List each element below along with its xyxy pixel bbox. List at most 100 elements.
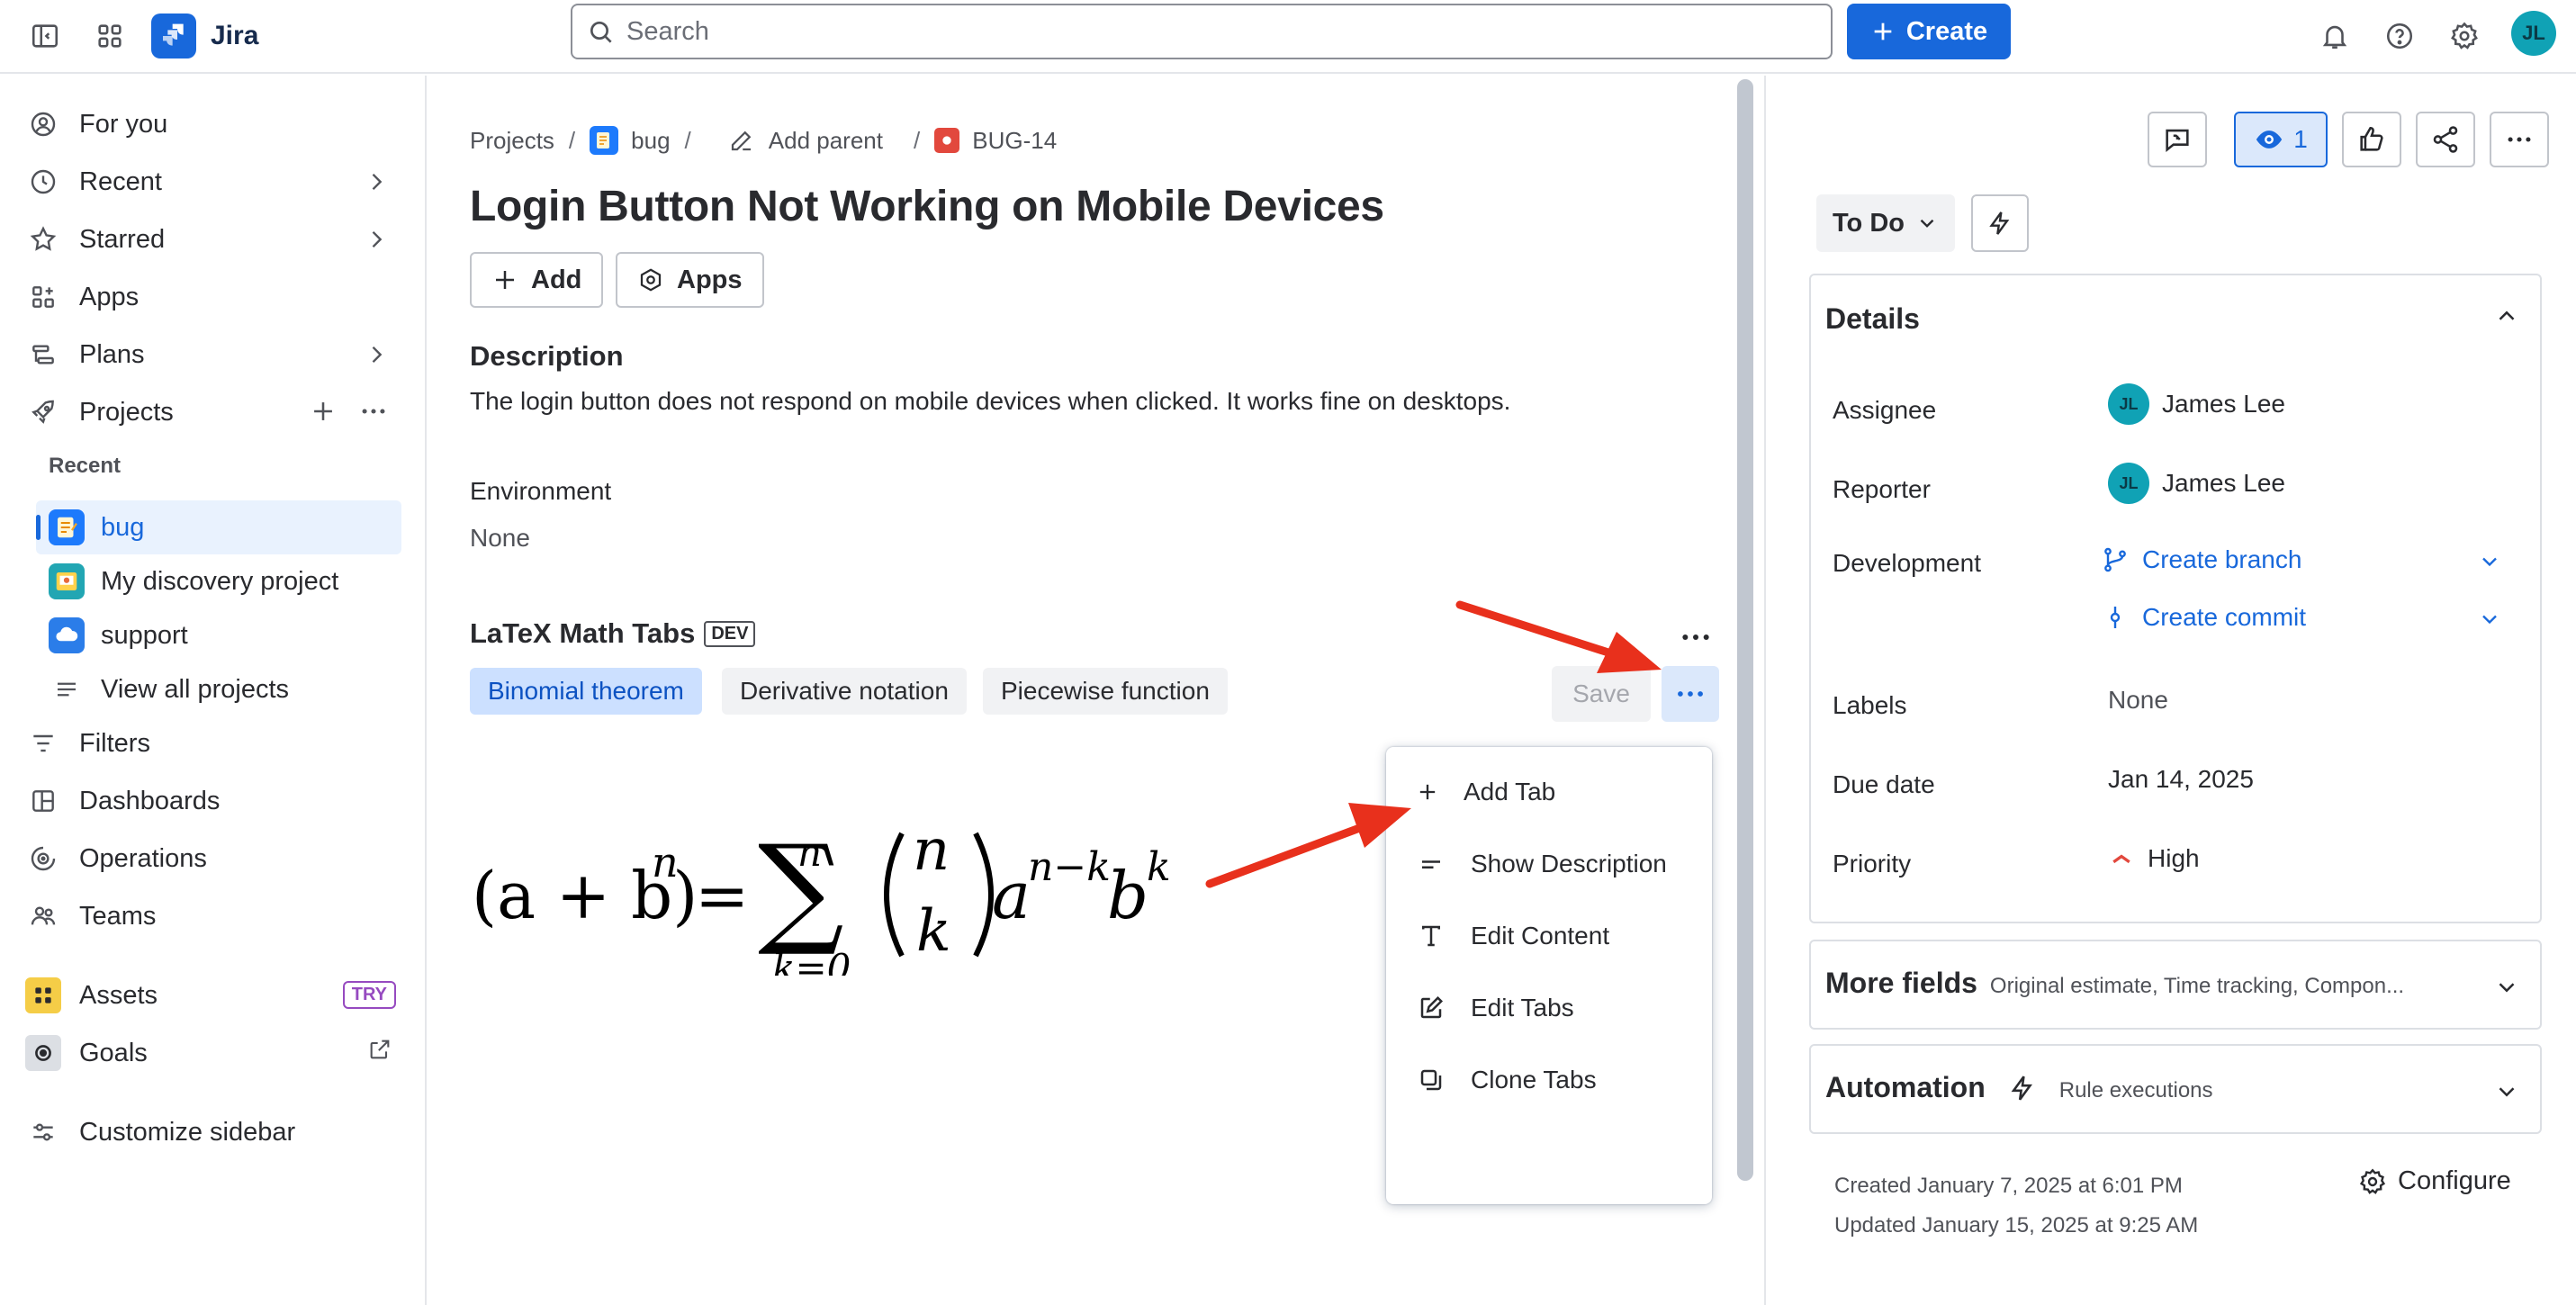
automation-panel[interactable]: Automation Rule executions <box>1809 1044 2542 1134</box>
chevron-down-icon[interactable] <box>2493 1078 2520 1105</box>
sidebar-item-apps[interactable]: Apps <box>20 272 401 322</box>
formula-right-paren <box>973 832 994 958</box>
feedback-button[interactable] <box>2148 112 2207 167</box>
sidebar-item-dashboards[interactable]: Dashboards <box>20 776 401 826</box>
sidebar-item-projects[interactable]: Projects <box>20 387 401 437</box>
watch-button[interactable]: 1 <box>2234 112 2328 167</box>
chevron-up-icon[interactable] <box>2493 302 2520 329</box>
issue-title[interactable]: Login Button Not Working on Mobile Devic… <box>470 182 1384 231</box>
dashboard-icon <box>25 783 61 819</box>
sidebar-item-plans[interactable]: Plans <box>20 329 401 380</box>
copy-icon <box>1413 1062 1449 1098</box>
git-commit-icon <box>2110 607 2121 628</box>
apps-button[interactable]: Apps <box>616 252 764 308</box>
user-avatar[interactable]: JL <box>2511 11 2556 56</box>
chevron-down-icon[interactable] <box>2493 974 2520 1001</box>
menu-item-label: Clone Tabs <box>1471 1066 1597 1094</box>
sidebar-item-label: View all projects <box>101 674 290 704</box>
more-options-icon[interactable] <box>358 396 389 427</box>
status-dropdown[interactable]: To Do <box>1816 194 1955 252</box>
menu-item-edit-content[interactable]: Edit Content <box>1386 900 1712 972</box>
app-switcher-icon[interactable] <box>86 13 133 59</box>
sidebar-item-goals[interactable]: Goals <box>20 1028 401 1078</box>
menu-item-label: Edit Tabs <box>1471 994 1574 1022</box>
due-date-value[interactable]: Jan 14, 2025 <box>2108 765 2254 794</box>
chevron-right-icon[interactable] <box>364 342 389 367</box>
sidebar-item-starred[interactable]: Starred <box>20 214 401 265</box>
actions-lightning-button[interactable] <box>1971 194 2029 252</box>
details-panel: Details Assignee JL James Lee Reporter J… <box>1809 274 2542 923</box>
add-button[interactable]: Add <box>470 252 604 308</box>
configure-button[interactable]: Configure <box>2358 1166 2511 1196</box>
priority-high-icon <box>2112 854 2130 864</box>
breadcrumb-issue-key[interactable]: BUG-14 <box>972 127 1057 155</box>
breadcrumb-projects[interactable]: Projects <box>470 127 554 155</box>
sidebar-item-operations[interactable]: Operations <box>20 833 401 884</box>
latex-tabs-title: LaTeX Math Tabs <box>470 617 696 649</box>
environment-heading: Environment <box>470 477 612 505</box>
latex-panel-more-icon[interactable] <box>1671 619 1721 655</box>
create-branch-link[interactable]: Create branch <box>2101 545 2301 574</box>
chevron-right-icon[interactable] <box>364 169 389 194</box>
help-icon[interactable] <box>2376 13 2423 59</box>
create-commit-link[interactable]: Create commit <box>2101 603 2306 632</box>
sidebar-project-my-discovery-project[interactable]: My discovery project <box>36 554 401 608</box>
list-icon <box>49 671 85 707</box>
environment-value[interactable]: None <box>470 524 530 553</box>
menu-item-clone-tabs[interactable]: Clone Tabs <box>1386 1044 1712 1116</box>
chevron-right-icon[interactable] <box>364 227 389 252</box>
sidebar-toggle-icon[interactable] <box>22 13 68 59</box>
project-bug-icon <box>590 126 619 155</box>
more-actions-button[interactable] <box>2490 112 2549 167</box>
assignee-value[interactable]: JL James Lee <box>2108 383 2285 425</box>
priority-value[interactable]: High <box>2108 844 2200 873</box>
description-text[interactable]: The login button does not respond on mob… <box>470 387 1510 416</box>
tab-piecewise-function[interactable]: Piecewise function <box>983 668 1228 715</box>
automation-header: Automation Rule executions <box>1825 1071 2213 1104</box>
labels-value[interactable]: None <box>2108 686 2168 715</box>
sidebar-item-label: Dashboards <box>79 786 221 815</box>
menu-item-label: Edit Content <box>1471 922 1610 950</box>
edit-icon <box>1413 990 1449 1026</box>
sidebar-item-label: bug <box>101 512 145 542</box>
menu-item-show-description[interactable]: Show Description <box>1386 828 1712 900</box>
breadcrumb-add-parent[interactable]: Add parent <box>769 127 883 155</box>
teams-icon <box>25 898 61 934</box>
search-input[interactable]: Search <box>571 4 1833 59</box>
sidebar-item-for-you[interactable]: For you <box>20 99 401 149</box>
external-link-icon[interactable] <box>367 1037 392 1062</box>
notifications-bell-icon[interactable] <box>2311 13 2358 59</box>
chevron-down-icon[interactable] <box>2477 607 2502 632</box>
jira-logo-icon <box>151 14 196 58</box>
sidebar-project-support[interactable]: support <box>36 608 401 662</box>
menu-item-edit-tabs[interactable]: Edit Tabs <box>1386 972 1712 1044</box>
jira-logo[interactable]: Jira <box>151 9 258 63</box>
description-heading: Description <box>470 340 624 372</box>
reporter-value[interactable]: JL James Lee <box>2108 463 2285 504</box>
settings-gear-icon[interactable] <box>2441 13 2488 59</box>
sidebar-project-bug[interactable]: bug <box>36 500 401 554</box>
breadcrumb-project[interactable]: bug <box>631 127 670 155</box>
menu-item-add-tab[interactable]: Add Tab <box>1386 756 1712 828</box>
star-icon <box>25 221 61 257</box>
recent-projects-heading: Recent <box>49 454 122 478</box>
sidebar-item-teams[interactable]: Teams <box>20 891 401 941</box>
formula-sum-lower: k=0 <box>772 946 851 976</box>
sidebar-item-recent[interactable]: Recent <box>20 157 401 207</box>
main-scrollbar[interactable] <box>1737 79 1753 1181</box>
sidebar-view-all-projects[interactable]: View all projects <box>36 662 401 716</box>
create-button[interactable]: Create <box>1847 4 2011 59</box>
add-project-plus-icon[interactable] <box>308 396 338 427</box>
sidebar-item-assets[interactable]: Assets TRY <box>20 970 401 1021</box>
tab-binomial-theorem[interactable]: Binomial theorem <box>470 668 702 715</box>
sidebar-item-customize-sidebar[interactable]: Customize sidebar <box>20 1107 401 1157</box>
reporter-avatar: JL <box>2108 463 2149 504</box>
more-fields-panel[interactable]: More fields Original estimate, Time trac… <box>1809 940 2542 1030</box>
like-button[interactable] <box>2342 112 2401 167</box>
chevron-down-icon[interactable] <box>2477 549 2502 574</box>
details-heading[interactable]: Details <box>1825 302 1920 336</box>
sidebar-item-label: Plans <box>79 339 145 369</box>
sidebar-item-filters[interactable]: Filters <box>20 718 401 769</box>
share-button[interactable] <box>2416 112 2475 167</box>
tab-derivative-notation[interactable]: Derivative notation <box>722 668 967 715</box>
